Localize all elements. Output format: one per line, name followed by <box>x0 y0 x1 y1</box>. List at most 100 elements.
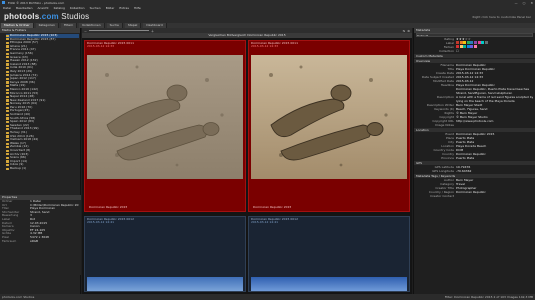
folder-icon <box>6 110 9 113</box>
window-controls: — ▢ ✕ <box>515 1 533 5</box>
zoom-in-icon[interactable]: ＋ <box>151 29 154 33</box>
status-right: Filter: Dominican Republic 2015 2 of 103… <box>444 295 533 299</box>
zoom-slider[interactable] <box>89 30 150 31</box>
compare-frame-3[interactable]: Dominican Republic 2015 0012 2015-03-12 … <box>84 216 246 292</box>
keyword-fields: Author Bern Meyer Category Travel Creator Ti… <box>414 178 535 198</box>
meta-value[interactable] <box>456 123 533 127</box>
menu-item-katalog[interactable]: Katalog <box>54 6 65 10</box>
folder-icon <box>6 124 9 127</box>
meta-value[interactable]: sRGB <box>30 240 79 244</box>
compare-view: － ＋ ⇆ ⚙ Vergleichen Bildvergleich Domini… <box>82 28 412 294</box>
folder-icon <box>6 95 9 98</box>
menu-item-bilder[interactable]: Bilder <box>106 6 115 10</box>
gps-fields: GPS Latitude 19.79476 GPS Longitude -70.643… <box>414 165 535 173</box>
color-swatch[interactable] <box>463 45 467 48</box>
folder-icon <box>6 128 9 131</box>
app-icon <box>2 1 5 4</box>
meta-key: Creator Contact <box>430 194 454 198</box>
window-title: Fotki © 2013 Portfolio - photools.com <box>8 0 65 5</box>
label-purple-swatch[interactable] <box>473 41 477 44</box>
folder-icon <box>6 149 9 152</box>
brand-name-b: .com <box>39 12 59 21</box>
frame-date: 2015-03-12 14:33 <box>87 44 115 48</box>
properties-panel: Properties Ordner 1 Datei Ort C:\Bilder\Dom… <box>0 195 81 275</box>
meta-value[interactable]: Puerto Plata <box>456 156 533 160</box>
metadata-panel: Metadata Default Rating ★★★☆☆ Label Farb… <box>413 28 535 294</box>
folder-icon <box>6 131 9 134</box>
folder-icon <box>6 70 9 73</box>
sky-photo-original <box>87 277 243 291</box>
folder-icon <box>6 156 9 160</box>
frame-footer: Dominican Republic 2015 <box>89 205 128 209</box>
meta-key: GPS Longitude <box>432 169 454 173</box>
section-custom-metadata[interactable]: Custom Metadata <box>414 54 535 58</box>
menu-item-extras[interactable]: Extras <box>119 6 128 10</box>
close-icon[interactable]: ✕ <box>530 1 533 5</box>
panel-bar-hint: Right click here to customize Panel bar <box>472 14 531 19</box>
location-fields: Event Dominican Republic 2015 Place Puerto … <box>414 132 535 160</box>
label-orange-swatch[interactable] <box>459 41 463 44</box>
folder-icon <box>6 164 9 167</box>
compare-frame-1[interactable]: Dominican Republic 2015 0011 2015-03-12 … <box>84 40 246 212</box>
folder-icon <box>6 106 9 109</box>
color-swatch[interactable] <box>459 45 463 48</box>
meta-row: Province Puerto Plata <box>414 156 535 160</box>
folder-icon <box>6 41 9 45</box>
frame-date: 2015-03-12 14:33 <box>251 44 279 48</box>
folder-icon <box>6 120 9 124</box>
settings-icon[interactable]: ⚙ <box>407 29 410 33</box>
folder-icon <box>6 85 9 88</box>
sky-photo-edited <box>251 277 407 291</box>
meta-row: Creator Contact <box>414 194 535 198</box>
collection-checkbox[interactable]: ☐ <box>456 49 533 53</box>
meta-value[interactable] <box>456 194 533 198</box>
folder-icon <box>6 45 9 48</box>
menu-item-suchen[interactable]: Suchen <box>90 6 101 10</box>
frame-date: 2015-03-12 14:41 <box>251 220 279 224</box>
label-blue-swatch[interactable] <box>470 41 474 44</box>
menu-item-ansicht[interactable]: Ansicht <box>38 6 49 10</box>
folder-icon <box>6 117 9 120</box>
label-gray-swatch[interactable] <box>484 41 488 44</box>
meta-key: Province <box>441 156 454 160</box>
beach-photo-edited <box>251 55 407 179</box>
color-swatch[interactable] <box>470 45 474 48</box>
folder-icon <box>6 67 9 70</box>
meta-key: Farbraum <box>2 238 17 243</box>
color-swatch[interactable] <box>473 45 477 48</box>
minimize-icon[interactable]: — <box>515 1 518 5</box>
meta-key: Image Notes <box>434 123 454 127</box>
zoom-out-icon[interactable]: － <box>84 29 87 33</box>
meta-row: Farbraum sRGB <box>0 238 81 244</box>
menu-item-bearbeiten[interactable]: Bearbeiten <box>16 6 32 10</box>
sync-icon[interactable]: ⇆ <box>403 29 406 33</box>
compare-frame-2[interactable]: Dominican Republic 2015 0011 2015-03-12 … <box>248 40 410 212</box>
menu-item-kollektion[interactable]: Kollektion <box>70 6 85 10</box>
frame-footer: Dominican Republic 2015 <box>253 205 292 209</box>
compare-frame-4[interactable]: Dominican Republic 2015 0012 2015-03-12 … <box>248 216 410 292</box>
color-swatch[interactable] <box>456 45 459 48</box>
folder-item[interactable]: Backup (1) <box>6 167 79 171</box>
folder-label: Backup (1) <box>10 166 27 170</box>
folder-icon <box>6 56 9 59</box>
label-green-swatch[interactable] <box>466 41 470 44</box>
meta-value[interactable]: -70.64362 <box>456 169 533 173</box>
status-left: photools.com Studios <box>2 295 35 299</box>
label-cyan-swatch[interactable] <box>481 41 485 44</box>
maximize-icon[interactable]: ▢ <box>523 1 526 5</box>
menu-item-datei[interactable]: Datei <box>3 6 11 10</box>
label-pink-swatch[interactable] <box>477 41 481 44</box>
folder-icon <box>6 52 9 55</box>
folder-icon <box>6 81 9 84</box>
brand-bar: photools.com Studios Right click here to… <box>0 10 535 23</box>
compare-title: Vergleichen Bildvergleich Dominican Repu… <box>82 33 412 38</box>
folder-tree: Dominican Republic 2015 (103) Dominican R… <box>0 33 80 171</box>
folder-icon <box>6 59 9 63</box>
menu-item-hilfe[interactable]: Hilfe <box>134 6 141 10</box>
label-red-swatch[interactable] <box>456 41 459 44</box>
folder-icon <box>6 34 9 37</box>
color-swatch[interactable] <box>466 45 470 48</box>
folder-icon <box>6 160 9 163</box>
label-yellow-swatch[interactable] <box>463 41 467 44</box>
folder-icon <box>6 38 9 41</box>
